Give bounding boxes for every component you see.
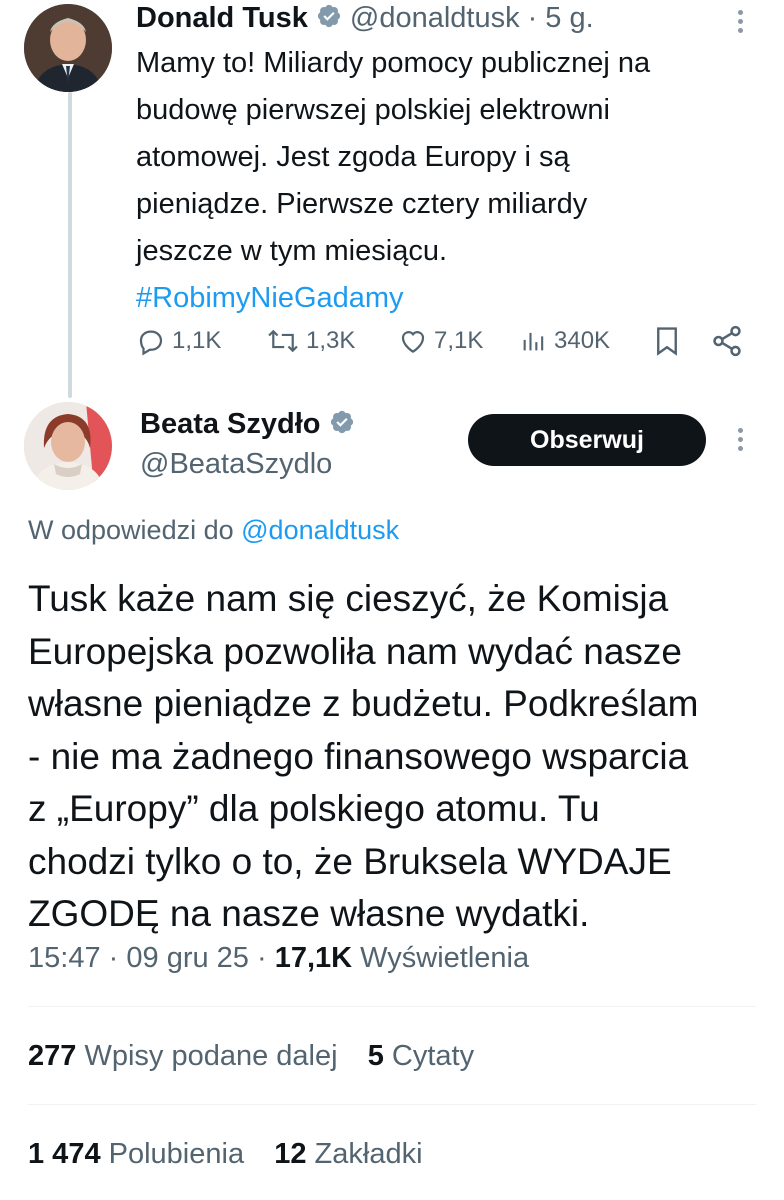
replying-to-prefix: W odpowiedzi do	[28, 515, 234, 545]
more-options-icon[interactable]	[738, 10, 743, 33]
quotes-count: 5	[367, 1040, 384, 1072]
avatar-image	[24, 4, 112, 92]
retweet-action[interactable]: 1,3K	[266, 326, 355, 356]
separator-dot: ·	[527, 1, 538, 34]
reply-icon	[139, 330, 163, 356]
share-icon[interactable]	[710, 324, 744, 363]
parent-tweet-header: Donald Tusk @donaldtusk · 5 g.	[136, 0, 594, 36]
reply-author-name-row: Beata Szydło	[140, 408, 355, 441]
retweets-count: 277	[28, 1040, 77, 1072]
retweets-label: Wpisy podane dalej	[84, 1040, 338, 1072]
tweet-text-line: z „Europy” dla polskiego atomu. Tu	[28, 788, 600, 829]
views-count: 17,1K	[274, 942, 353, 974]
avatar-beata-szydlo[interactable]	[24, 402, 112, 490]
likes-label: Polubienia	[108, 1138, 245, 1170]
heart-icon	[401, 331, 425, 353]
author-handle[interactable]: @BeataSzydlo	[140, 448, 332, 481]
avatar-donald-tusk[interactable]	[24, 4, 112, 92]
reply-action[interactable]: 1,1K	[136, 326, 221, 356]
views-count: 340K	[554, 327, 611, 354]
reply-count: 1,1K	[172, 327, 222, 354]
stats-row-likes: 1 474 Polubienia 12 Zakładki	[28, 1138, 423, 1171]
separator-dot: ·	[256, 942, 267, 974]
parent-action-bar: 1,1K 1,3K 7,1K 340K	[136, 322, 746, 362]
tweet-meta: 15:47 · 09 gru 25 · 17,1K Wyświetlenia	[28, 942, 529, 975]
retweet-icon	[268, 329, 298, 353]
divider	[28, 1104, 756, 1105]
views-chart-icon	[523, 332, 544, 351]
author-name[interactable]: Beata Szydło	[140, 408, 321, 441]
author-name[interactable]: Donald Tusk	[136, 2, 308, 35]
tweet-timestamp[interactable]: 15:47	[28, 942, 101, 974]
retweet-count: 1,3K	[306, 327, 356, 354]
divider	[28, 1006, 756, 1007]
quotes-label: Cytaty	[391, 1040, 475, 1072]
views-action[interactable]: 340K	[520, 326, 610, 356]
tweet-date[interactable]: 09 gru 25	[126, 942, 249, 974]
tweet-text-line: atomowej. Jest zgoda Europy i są	[136, 141, 570, 173]
bookmark-icon[interactable]	[652, 324, 682, 363]
tweet-text-line: budowę pierwszej polskiej elektrowni	[136, 94, 610, 126]
tweet-text-line: jeszcze w tym miesiącu.	[136, 235, 448, 267]
author-handle[interactable]: @donaldtusk	[350, 2, 520, 35]
parent-tweet-text: Mamy to! Miliardy pomocy publicznej na b…	[136, 40, 766, 322]
like-count: 7,1K	[434, 327, 484, 354]
hashtag-link[interactable]: #RobimyNieGadamy	[136, 275, 766, 322]
tweet-text-line: - nie ma żadnego finansowego wsparcia	[28, 735, 689, 777]
tweet-text-line: chodzi tylko o to, że Bruksela WYDAJE	[28, 840, 672, 882]
tweet-text-line: Europejska pozwoliła nam wydać nasze	[28, 630, 683, 672]
more-options-icon[interactable]	[738, 428, 743, 451]
tweet-text-line: Tusk każe nam się cieszyć, że Komisja	[28, 578, 669, 619]
likes-count: 1 474	[28, 1138, 101, 1170]
retweets-stat[interactable]: 277 Wpisy podane dalej	[28, 1040, 346, 1072]
thread-connector-line	[68, 92, 72, 398]
tweet-time[interactable]: 5 g.	[545, 2, 593, 35]
replying-to: W odpowiedzi do @donaldtusk	[28, 515, 399, 546]
like-action[interactable]: 7,1K	[398, 326, 483, 356]
tweet-text-line: ZGODĘ na nasze własne wydatki.	[28, 893, 590, 934]
separator-dot: ·	[108, 942, 119, 974]
views-label: Wyświetlenia	[360, 942, 530, 974]
tweet-text-line: własne pieniądze z budżetu. Podkreślam	[28, 683, 699, 724]
follow-button[interactable]: Obserwuj	[468, 414, 706, 466]
avatar-image	[24, 402, 112, 490]
bookmarks-label: Zakładki	[314, 1138, 423, 1170]
likes-stat[interactable]: 1 474 Polubienia	[28, 1138, 252, 1170]
bookmarks-stat[interactable]: 12 Zakładki	[274, 1138, 422, 1170]
quotes-stat[interactable]: 5 Cytaty	[368, 1040, 474, 1072]
tweet-text-line: Mamy to! Miliardy pomocy publicznej na	[136, 47, 651, 79]
verified-badge-icon	[316, 3, 342, 34]
verified-badge-icon	[329, 409, 355, 440]
bookmarks-count: 12	[274, 1138, 307, 1170]
reply-tweet-text: Tusk każe nam się cieszyć, że Komisja Eu…	[28, 573, 768, 941]
tweet-text-line: pieniądze. Pierwsze cztery miliardy	[136, 188, 588, 220]
stats-row-retweets: 277 Wpisy podane dalej 5 Cytaty	[28, 1040, 474, 1073]
replying-to-handle-link[interactable]: @donaldtusk	[241, 515, 399, 545]
